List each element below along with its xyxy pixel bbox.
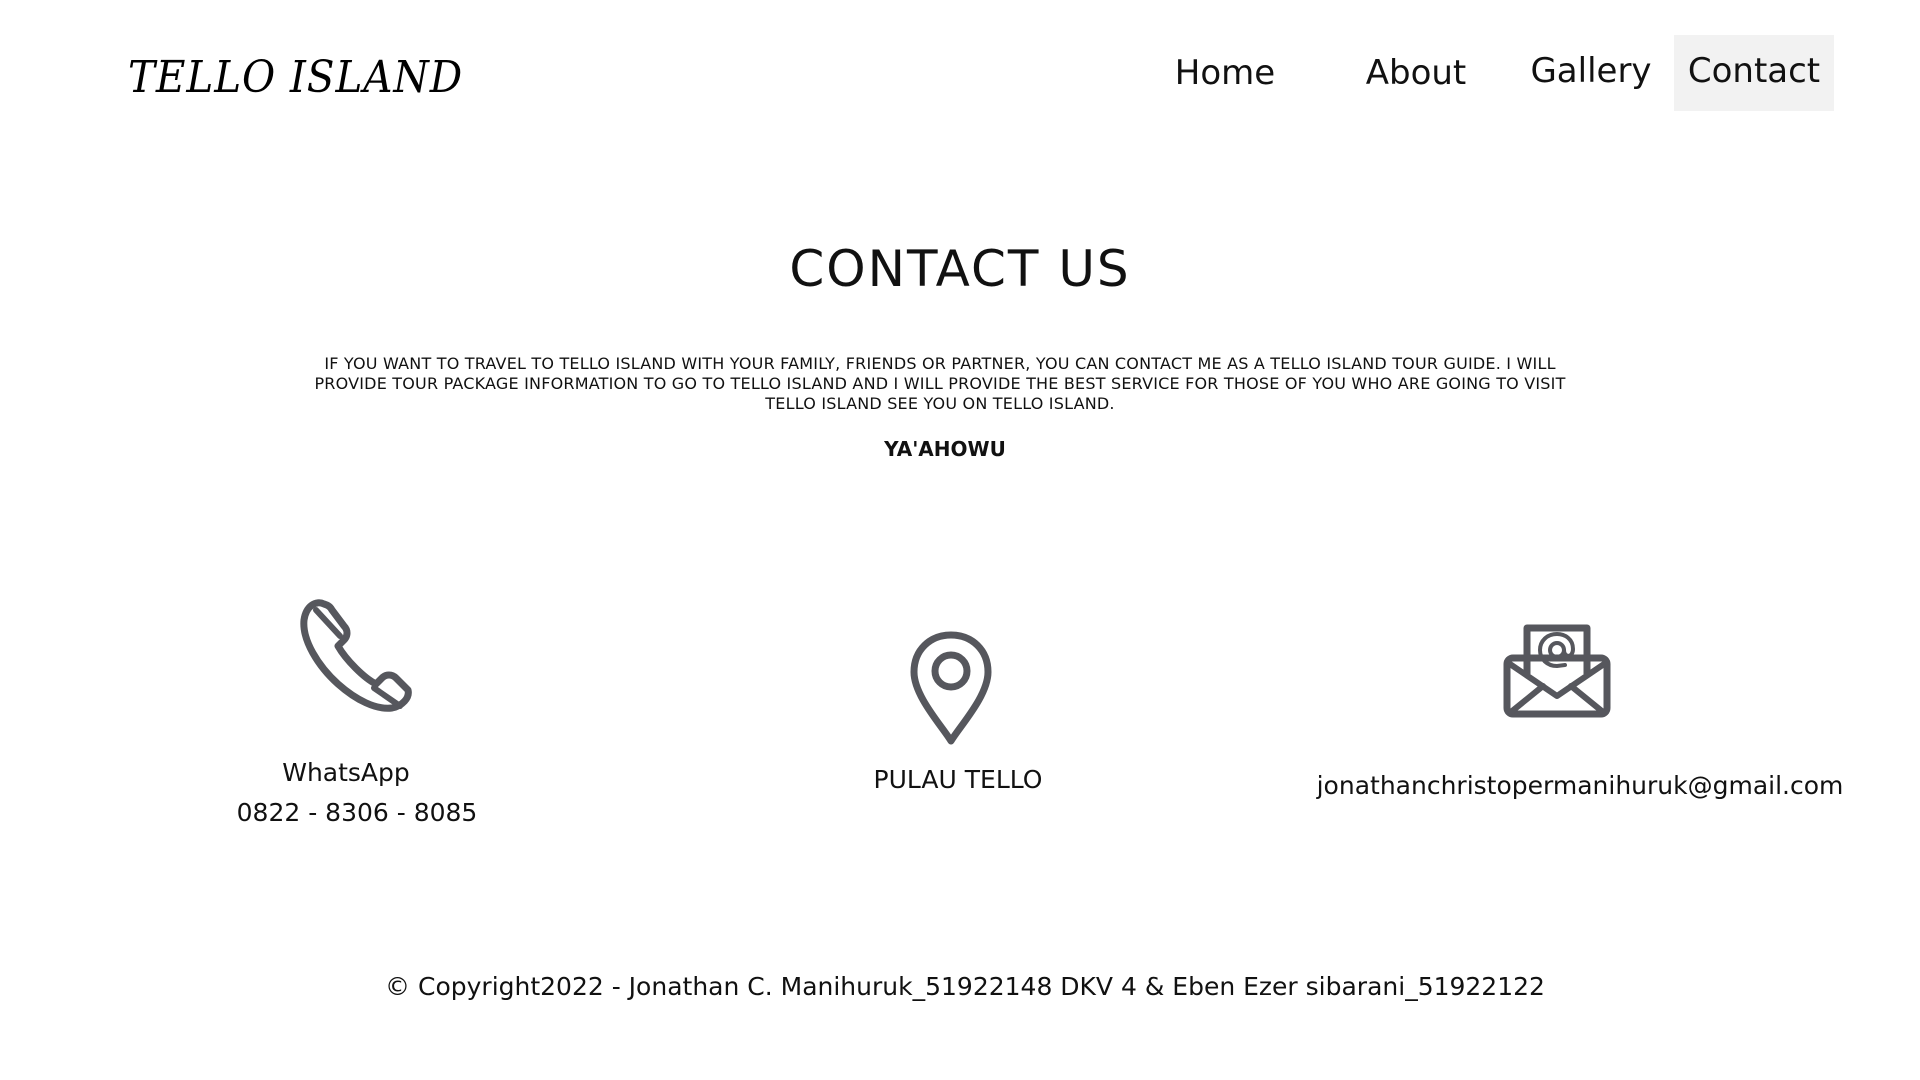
nav-contact[interactable]: Contact: [1674, 35, 1834, 111]
whatsapp-label: WhatsApp: [282, 758, 410, 787]
whatsapp-number[interactable]: 0822 - 8306 - 8085: [216, 798, 498, 827]
nav-home[interactable]: Home: [1160, 37, 1290, 113]
location-label: PULAU TELLO: [873, 765, 1043, 794]
main-nav: Home About Gallery Contact: [0, 35, 1920, 111]
page-title: CONTACT US: [789, 240, 1131, 298]
contact-page: TELLO ISLAND Home About Gallery Contact …: [0, 0, 1920, 1080]
phone-icon[interactable]: [296, 596, 416, 714]
location-pin-icon[interactable]: [908, 630, 994, 746]
nav-about[interactable]: About: [1346, 37, 1486, 113]
email-address[interactable]: jonathanchristopermanihuruk@gmail.com: [1300, 771, 1860, 800]
intro-paragraph: IF YOU WANT TO TRAVEL TO TELLO ISLAND WI…: [314, 354, 1566, 413]
nav-gallery[interactable]: Gallery: [1522, 35, 1660, 111]
signoff-text: YA'AHOWU: [884, 437, 1006, 461]
email-envelope-icon[interactable]: [1503, 622, 1611, 718]
site-footer: © Copyright2022 - Jonathan C. Manihuruk_…: [385, 972, 1545, 1001]
